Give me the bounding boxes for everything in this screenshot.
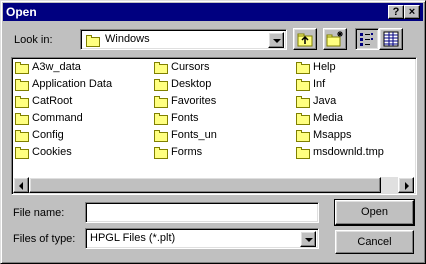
scroll-left-button[interactable] bbox=[13, 177, 29, 193]
open-button[interactable]: Open bbox=[334, 199, 415, 226]
list-view-button[interactable] bbox=[355, 28, 379, 50]
look-in-value: Windows bbox=[105, 33, 150, 45]
details-view-icon bbox=[383, 31, 399, 47]
scroll-right-button[interactable] bbox=[398, 177, 414, 193]
file-type-combo[interactable]: HPGL Files (*.plt) bbox=[85, 228, 319, 249]
help-icon: ? bbox=[392, 6, 400, 18]
window-title: Open bbox=[6, 5, 37, 19]
folder-icon bbox=[296, 113, 310, 125]
up-folder-icon bbox=[297, 33, 313, 47]
list-item-label: Cookies bbox=[32, 146, 72, 158]
list-item-label: Desktop bbox=[171, 78, 212, 90]
folder-icon bbox=[296, 96, 310, 108]
file-type-value: HPGL Files (*.plt) bbox=[90, 232, 176, 244]
chevron-down-icon bbox=[273, 39, 281, 43]
folder-icon bbox=[154, 96, 168, 108]
file-type-dropdown-button[interactable] bbox=[300, 231, 316, 247]
list-item-label: Help bbox=[313, 61, 336, 73]
scroll-thumb[interactable] bbox=[29, 177, 381, 193]
folder-icon bbox=[15, 147, 29, 159]
list-item-label: Cursors bbox=[171, 61, 210, 73]
folder-icon bbox=[154, 113, 168, 125]
folder-icon bbox=[154, 62, 168, 74]
folder-icon bbox=[15, 79, 29, 91]
close-icon: × bbox=[408, 6, 416, 18]
list-item-label: Favorites bbox=[171, 95, 217, 107]
cancel-button-label: Cancel bbox=[357, 236, 392, 248]
arrow-left-icon bbox=[19, 182, 23, 190]
list-view-icon bbox=[360, 33, 373, 46]
chevron-down-icon bbox=[305, 238, 313, 242]
close-button[interactable]: × bbox=[404, 5, 420, 19]
folder-icon bbox=[296, 130, 310, 142]
folder-icon bbox=[15, 113, 29, 125]
list-item-label: Application Data bbox=[32, 78, 113, 90]
list-item-label: Config bbox=[32, 129, 64, 141]
folder-icon bbox=[15, 130, 29, 142]
details-view-button[interactable] bbox=[379, 28, 403, 50]
file-name-label: File name: bbox=[13, 207, 65, 219]
list-item-label: Command bbox=[32, 112, 83, 124]
file-type-label: Files of type: bbox=[13, 233, 76, 245]
file-list[interactable]: A3w_data Application Data CatRoot Command Co… bbox=[11, 57, 417, 195]
help-button[interactable]: ? bbox=[388, 5, 404, 19]
list-item-label: Fonts bbox=[171, 112, 199, 124]
folder-icon bbox=[154, 130, 168, 142]
list-item-label: Forms bbox=[171, 146, 203, 158]
title-bar[interactable]: Open ? × bbox=[3, 3, 423, 21]
list-item-label: Inf bbox=[313, 78, 326, 90]
up-one-level-button[interactable] bbox=[293, 28, 317, 50]
list-item-label: Msapps bbox=[313, 129, 352, 141]
list-item-label: A3w_data bbox=[32, 61, 81, 73]
list-item-label: msdownld.tmp bbox=[313, 146, 384, 158]
open-button-label: Open bbox=[361, 206, 388, 218]
look-in-label: Look in: bbox=[14, 34, 53, 46]
folder-icon bbox=[86, 35, 100, 47]
new-folder-icon bbox=[326, 31, 343, 47]
cancel-button[interactable]: Cancel bbox=[335, 230, 414, 254]
folder-icon bbox=[154, 147, 168, 159]
folder-icon bbox=[15, 62, 29, 74]
list-item-label: Media bbox=[313, 112, 343, 124]
open-dialog: Open ? × Look in: Windows A3w_data Appli… bbox=[0, 0, 426, 264]
folder-icon bbox=[296, 147, 310, 159]
file-name-input[interactable] bbox=[85, 202, 319, 223]
look-in-combo[interactable]: Windows bbox=[80, 29, 287, 50]
folder-icon bbox=[15, 96, 29, 108]
list-item-label: CatRoot bbox=[32, 95, 73, 107]
look-in-dropdown-button[interactable] bbox=[268, 32, 284, 48]
folder-icon bbox=[154, 79, 168, 91]
list-item-label: Fonts_un bbox=[171, 129, 217, 141]
horizontal-scrollbar[interactable] bbox=[13, 177, 414, 193]
folder-icon bbox=[296, 62, 310, 74]
arrow-right-icon bbox=[405, 182, 409, 190]
folder-icon bbox=[296, 79, 310, 91]
create-new-folder-button[interactable] bbox=[323, 28, 347, 50]
list-item-label: Java bbox=[313, 95, 337, 107]
